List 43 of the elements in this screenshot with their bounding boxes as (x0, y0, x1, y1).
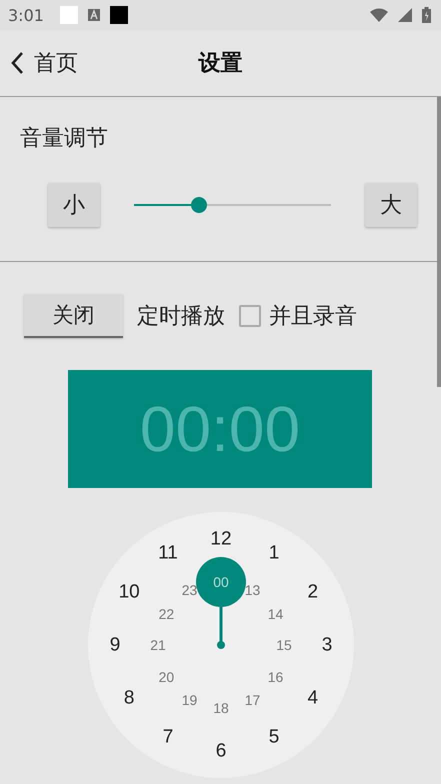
clock-number[interactable]: 9 (110, 636, 120, 654)
scrollbar[interactable] (437, 97, 441, 387)
clock-number[interactable]: 1 (268, 544, 280, 563)
section-title: 音量调节 (20, 125, 108, 153)
page-title: 设置 (198, 50, 242, 78)
clock-number[interactable]: 18 (213, 701, 229, 715)
volume-up-button[interactable]: 大 (365, 183, 417, 227)
clock-number[interactable]: 17 (244, 692, 260, 707)
signal-icon (398, 8, 412, 22)
clock-number[interactable]: 23 (182, 583, 198, 598)
back-label: 首页 (34, 50, 78, 78)
clock-number[interactable]: 13 (244, 583, 260, 598)
clock-number[interactable]: 12 (210, 530, 232, 548)
font-icon (88, 9, 100, 21)
clock-number[interactable]: 20 (158, 670, 174, 684)
clock-dial[interactable]: 12 1 2 3 4 5 6 7 8 9 10 11 00 13 14 15 16 17 18 19 20 21 22 23 (88, 512, 354, 778)
timer-label: 定时播放 (137, 303, 225, 331)
chevron-left-icon (10, 51, 24, 75)
clock-number[interactable]: 14 (268, 606, 284, 620)
clock-number[interactable]: 11 (158, 544, 178, 563)
back-button[interactable]: 首页 (0, 48, 88, 78)
slider-thumb[interactable] (191, 197, 207, 213)
clock-number[interactable]: 4 (308, 688, 318, 708)
battery-icon (422, 7, 431, 23)
clock-number[interactable]: 8 (124, 688, 134, 708)
clock-number[interactable]: 3 (322, 636, 332, 654)
clock-number[interactable]: 5 (268, 727, 280, 746)
clock-number[interactable]: 22 (158, 606, 174, 620)
clock-number[interactable]: 15 (276, 638, 292, 652)
clock-number[interactable]: 21 (150, 638, 166, 652)
record-checkbox[interactable] (239, 305, 261, 327)
clock-number[interactable]: 19 (182, 692, 198, 707)
timer-digits: 00:00 (140, 392, 300, 466)
clock-number[interactable]: 10 (118, 582, 140, 602)
record-label: 并且录音 (269, 303, 357, 331)
clock-number[interactable]: 7 (162, 727, 174, 746)
wifi-icon (370, 8, 388, 22)
clock-number[interactable]: 6 (216, 742, 226, 760)
clock-number[interactable]: 2 (308, 582, 318, 602)
status-time: 3:01 (8, 6, 44, 24)
clock-number[interactable]: 16 (268, 670, 284, 684)
volume-down-button[interactable]: 小 (48, 183, 100, 227)
timer-toggle-button[interactable]: 关闭 (24, 294, 123, 338)
